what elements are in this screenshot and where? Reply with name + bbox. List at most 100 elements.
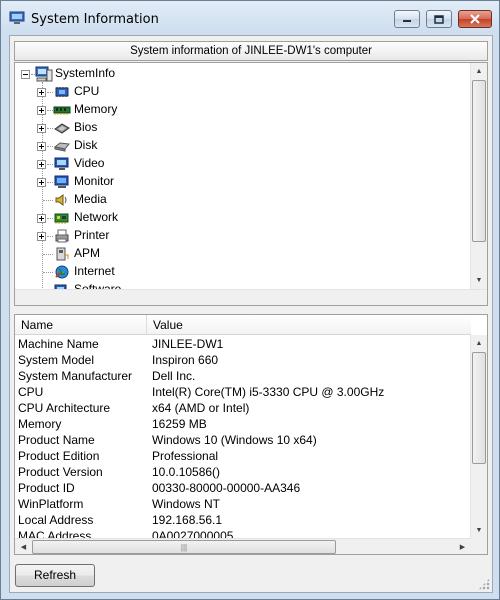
tree-item-disk[interactable]: Disk <box>15 137 471 155</box>
cell-value: x64 (AMD or Intel) <box>152 401 250 415</box>
scroll-left-arrow-icon[interactable]: ◀ <box>15 539 32 554</box>
list-header: Name Value <box>15 315 471 335</box>
tree-item-label: Network <box>74 210 119 224</box>
tree-item-video[interactable]: Video <box>15 155 471 173</box>
expand-toggle[interactable] <box>37 142 46 151</box>
cpu-chip-icon <box>55 87 69 97</box>
scroll-down-arrow-icon[interactable]: ▼ <box>471 522 487 539</box>
scroll-right-arrow-icon[interactable]: ▶ <box>454 539 471 554</box>
tree-item-label: CPU <box>74 84 100 98</box>
cell-value: Professional <box>152 449 219 463</box>
tree-connector <box>43 254 53 255</box>
expand-toggle[interactable] <box>37 124 46 133</box>
tree-item-internet[interactable]: Internet <box>15 263 471 281</box>
cell-name: WinPlatform <box>18 497 84 511</box>
power-management-icon <box>56 247 69 261</box>
cell-value: Inspiron 660 <box>152 353 219 367</box>
table-row[interactable]: Product Name Windows 10 (Windows 10 x64) <box>15 432 471 448</box>
client-area: System information of JINLEE-DW1's compu… <box>9 35 493 593</box>
cell-value: 192.168.56.1 <box>152 513 223 527</box>
network-card-icon <box>54 213 69 224</box>
printer-icon <box>55 229 69 243</box>
computer-header: System information of JINLEE-DW1's compu… <box>14 41 488 61</box>
table-row[interactable]: CPU Architecture x64 (AMD or Intel) <box>15 400 471 416</box>
cell-name: Memory <box>18 417 62 431</box>
table-row[interactable]: Product ID 00330-80000-00000-AA346 <box>15 480 471 496</box>
cell-name: System Manufacturer <box>18 369 133 383</box>
table-row[interactable]: Memory 16259 MB <box>15 416 471 432</box>
table-row[interactable]: System Manufacturer Dell Inc. <box>15 368 471 384</box>
cell-value: JINLEE-DW1 <box>152 337 224 351</box>
collapse-toggle[interactable] <box>21 70 30 79</box>
minimize-icon <box>403 20 411 22</box>
tree-item-memory[interactable]: Memory <box>15 101 471 119</box>
cell-name: CPU <box>18 385 44 399</box>
panel-splitter[interactable] <box>14 306 488 314</box>
table-row[interactable]: Local Address 192.168.56.1 <box>15 512 471 528</box>
tree-item-monitor[interactable]: Monitor <box>15 173 471 191</box>
column-header-value[interactable]: Value <box>147 315 471 335</box>
video-display-icon <box>54 157 69 170</box>
expand-toggle[interactable] <box>37 88 46 97</box>
cell-name: Local Address <box>18 513 94 527</box>
tree-item-apm[interactable]: APM <box>15 245 471 263</box>
scrollbar-thumb[interactable]: ||| <box>32 540 336 554</box>
internet-globe-icon <box>55 265 69 279</box>
tree-item-label: Disk <box>74 138 98 152</box>
table-row[interactable]: CPU Intel(R) Core(TM) i5-3330 CPU @ 3.00G… <box>15 384 471 400</box>
speaker-icon <box>55 194 67 206</box>
tree-connector <box>43 272 53 273</box>
tree-item-cpu[interactable]: CPU <box>15 83 471 101</box>
cell-name: CPU Architecture <box>18 401 111 415</box>
expand-toggle[interactable] <box>37 160 46 169</box>
tree-item-printer[interactable]: Printer <box>15 227 471 245</box>
close-button[interactable] <box>458 10 492 28</box>
disk-drive-icon <box>53 142 70 152</box>
details-list[interactable]: Name Value Machine Name JINLEE-DW1 System … <box>14 314 488 555</box>
tree-connector <box>43 200 53 201</box>
tree-item-label: APM <box>74 246 101 260</box>
tree-item-network[interactable]: Network <box>15 209 471 227</box>
cell-name: Product Version <box>18 465 103 479</box>
table-row[interactable]: Machine Name JINLEE-DW1 <box>15 336 471 352</box>
computer-icon <box>35 66 53 82</box>
resize-grip-icon[interactable] <box>478 578 490 590</box>
cell-value: Dell Inc. <box>152 369 196 383</box>
scroll-down-arrow-icon[interactable]: ▼ <box>471 272 487 289</box>
cell-name: System Model <box>18 353 95 367</box>
scroll-up-arrow-icon[interactable]: ▲ <box>471 335 487 352</box>
expand-toggle[interactable] <box>37 178 46 187</box>
scrollbar-thumb[interactable] <box>472 80 486 242</box>
table-row[interactable]: WinPlatform Windows NT <box>15 496 471 512</box>
title-bar[interactable]: System Information <box>1 1 499 35</box>
maximize-icon <box>434 14 444 24</box>
window-title: System Information <box>31 12 159 27</box>
bios-chip-icon <box>54 123 70 134</box>
maximize-button[interactable] <box>426 10 452 28</box>
tree-item-label: Media <box>74 192 107 206</box>
cell-value: 10.0.10586() <box>152 465 221 479</box>
table-row[interactable]: Product Version 10.0.10586() <box>15 464 471 480</box>
scrollbar-thumb[interactable] <box>472 352 486 464</box>
minimize-button[interactable] <box>394 10 420 28</box>
cell-name: Product Name <box>18 433 95 447</box>
tree-item-label: Monitor <box>74 174 115 188</box>
list-vertical-scrollbar[interactable]: ▲ ▼ <box>470 335 487 539</box>
scroll-up-arrow-icon[interactable]: ▲ <box>471 63 487 80</box>
table-row[interactable]: System Model Inspiron 660 <box>15 352 471 368</box>
expand-toggle[interactable] <box>37 106 46 115</box>
system-information-window: System Information System information of… <box>0 0 500 600</box>
tree-item-media[interactable]: Media <box>15 191 471 209</box>
expand-toggle[interactable] <box>37 232 46 241</box>
expand-toggle[interactable] <box>37 214 46 223</box>
cell-value: Intel(R) Core(TM) i5-3330 CPU @ 3.00GHz <box>152 385 385 399</box>
close-icon <box>470 14 480 24</box>
tree-vertical-scrollbar[interactable]: ▲ ▼ <box>470 63 487 289</box>
list-horizontal-scrollbar[interactable]: ◀ ||| ▶ <box>15 538 471 554</box>
category-tree[interactable]: SystemInfo CPU Memory Bios Disk Video Monitor… <box>14 62 488 306</box>
column-header-name[interactable]: Name <box>15 315 147 335</box>
tree-item-bios[interactable]: Bios <box>15 119 471 137</box>
refresh-button[interactable]: Refresh <box>15 564 95 587</box>
table-row[interactable]: Product Edition Professional <box>15 448 471 464</box>
monitor-icon <box>54 175 69 188</box>
